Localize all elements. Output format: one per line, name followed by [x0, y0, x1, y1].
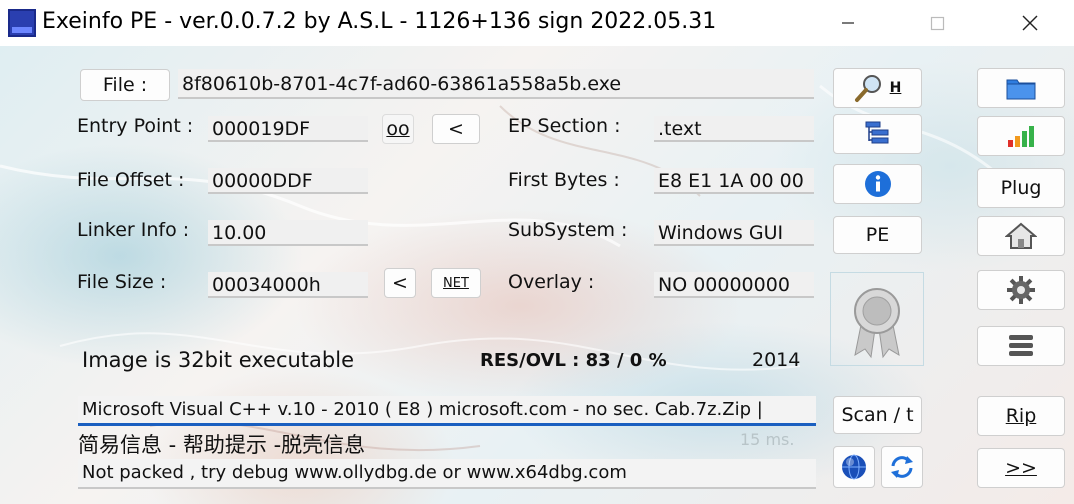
exeinfo-app-icon [8, 9, 36, 37]
settings-button[interactable] [977, 270, 1065, 310]
first-bytes-label: First Bytes : [508, 169, 620, 191]
image-bits-text: Image is 32bit executable [82, 348, 354, 372]
close-button[interactable] [1000, 0, 1060, 46]
file-path-field[interactable]: 8f80610b-8701-4c7f-ad60-63861a558a5b.exe [178, 69, 814, 99]
refresh-arrows-icon [891, 456, 913, 478]
ep-section-field[interactable]: .text [654, 116, 814, 142]
file-offset-field[interactable]: 00000DDF [208, 168, 368, 194]
close-icon [1022, 15, 1038, 31]
home-button[interactable] [977, 216, 1065, 256]
window-title: Exeinfo PE - ver.0.0.7.2 by A.S.L - 1126… [42, 9, 717, 34]
open-folder-button[interactable] [977, 68, 1065, 108]
minimize-button[interactable] [818, 0, 878, 46]
oo-button[interactable]: oo [382, 114, 414, 144]
stack-menu-icon [1009, 335, 1033, 356]
chinese-links[interactable]: 简易信息 - 帮助提示 -脱壳信息 [78, 429, 365, 459]
search-h-button[interactable]: H [833, 68, 922, 108]
scan-button[interactable]: Scan / t [833, 396, 922, 434]
detection-field[interactable]: Microsoft Visual C++ v.10 - 2010 ( E8 ) … [78, 396, 816, 426]
minimize-icon [842, 22, 854, 24]
tree-list-icon [865, 121, 888, 144]
pe-button[interactable]: PE [833, 216, 922, 254]
web-button[interactable] [833, 446, 875, 488]
refresh-button[interactable] [881, 446, 923, 488]
file-button[interactable]: File : [80, 69, 170, 101]
maximize-icon [930, 16, 945, 31]
entry-point-prev-button[interactable]: < [432, 114, 480, 144]
subsystem-label: SubSystem : [508, 219, 628, 241]
file-size-prev-button[interactable]: < [384, 268, 416, 298]
ep-section-label: EP Section : [508, 115, 621, 137]
first-bytes-field[interactable]: E8 E1 1A 00 00 [654, 168, 814, 194]
next-button[interactable]: >> [977, 448, 1065, 488]
award-ribbon-icon [854, 288, 900, 359]
subsystem-field[interactable]: Windows GUI [654, 220, 814, 246]
overlay-field[interactable]: NO 00000000 [654, 272, 814, 298]
res-ovl-text: RES/OVL : 83 / 0 % [480, 350, 667, 371]
title-bar: Exeinfo PE - ver.0.0.7.2 by A.S.L - 1126… [0, 0, 1074, 46]
gear-icon [1007, 276, 1035, 304]
file-size-field[interactable]: 00034000h [208, 272, 368, 298]
info-button[interactable] [833, 164, 922, 204]
tree-view-button[interactable] [833, 114, 922, 154]
main-panel: File : 8f80610b-8701-4c7f-ad60-63861a558… [0, 46, 1074, 504]
magnifier-icon [854, 75, 881, 102]
maximize-button[interactable] [907, 0, 967, 46]
year-text: 2014 [752, 349, 801, 371]
overlay-label: Overlay : [508, 271, 595, 293]
chinese-links-text: 简易信息 - 帮助提示 -脱壳信息 [78, 433, 366, 457]
net-button[interactable]: NET [431, 268, 481, 298]
entry-point-field[interactable]: 000019DF [208, 116, 368, 142]
globe-icon [842, 454, 866, 480]
file-size-label: File Size : [77, 271, 167, 293]
entry-point-label: Entry Point : [77, 115, 194, 137]
award-badge [830, 272, 924, 366]
file-offset-label: File Offset : [77, 169, 185, 191]
folder-icon [1006, 79, 1036, 100]
menu-button[interactable] [977, 326, 1065, 366]
statistics-button[interactable] [977, 116, 1065, 156]
hint-field[interactable]: Not packed , try debug www.ollydbg.de or… [78, 459, 816, 489]
linker-info-label: Linker Info : [77, 219, 190, 241]
home-icon [1005, 222, 1037, 249]
info-icon [864, 171, 891, 197]
linker-info-field[interactable]: 10.00 [208, 220, 368, 246]
plug-button[interactable]: Plug [977, 168, 1065, 208]
scan-time-text: 15 ms. [740, 430, 795, 449]
rip-button[interactable]: Rip [977, 396, 1065, 436]
signal-bars-icon [1008, 126, 1034, 147]
